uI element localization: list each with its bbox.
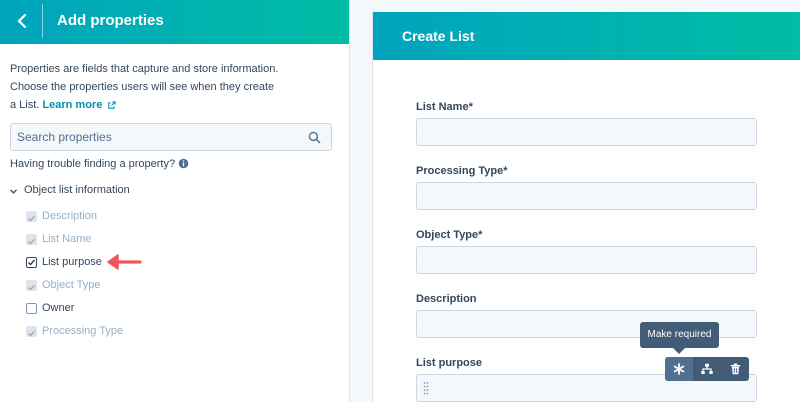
make-required-tooltip: Make required — [640, 322, 719, 348]
field-label-description: Description — [416, 293, 477, 305]
make-required-button[interactable] — [665, 357, 693, 381]
learn-more-link[interactable]: Learn more — [42, 99, 102, 111]
checkbox-disabled — [26, 211, 37, 222]
checkbox-checked[interactable] — [26, 257, 37, 268]
chevron-down-icon[interactable] — [9, 187, 18, 196]
field-label-list-purpose: List purpose — [416, 357, 483, 369]
check-icon — [28, 330, 36, 337]
search-icon[interactable] — [308, 131, 321, 144]
property-label: List Name — [42, 233, 92, 245]
trash-icon — [730, 363, 740, 375]
field-toolbar — [665, 357, 749, 381]
search-box — [10, 123, 332, 151]
checkbox-unchecked[interactable] — [26, 303, 37, 314]
tooltip-tail — [673, 348, 685, 354]
check-icon — [28, 284, 36, 291]
field-label-list-name: List Name* — [416, 101, 473, 113]
property-label: Description — [42, 210, 98, 222]
trouble-finding-text: Having trouble finding a property? — [10, 158, 176, 170]
field-label-object-type: Object Type* — [416, 229, 483, 241]
processing-type-input[interactable] — [416, 182, 757, 210]
object-type-input[interactable] — [416, 246, 757, 274]
search-input[interactable] — [11, 124, 301, 150]
checkbox-disabled — [26, 280, 37, 291]
external-link-icon[interactable] — [107, 100, 117, 110]
panel-description: Properties are fields that capture and s… — [10, 60, 280, 114]
panel-title: Add properties — [57, 12, 164, 29]
back-chevron-icon[interactable] — [12, 10, 34, 32]
dependency-icon — [701, 363, 713, 374]
property-label: Owner — [42, 302, 75, 314]
form-header: Create List — [373, 12, 800, 60]
field-label-processing-type: Processing Type* — [416, 165, 508, 177]
check-icon — [28, 215, 36, 222]
check-icon — [28, 238, 36, 245]
annotation-arrow-icon — [107, 254, 142, 270]
group-object-list-information[interactable]: Object list information — [24, 184, 130, 196]
list-name-input[interactable] — [416, 118, 757, 146]
header-divider — [42, 4, 43, 38]
panel-header: Add properties — [0, 0, 349, 44]
checkbox-disabled — [26, 326, 37, 337]
property-label: List purpose — [42, 256, 102, 268]
drag-handle-icon[interactable] — [423, 381, 429, 395]
add-properties-panel: Add properties Properties are fields tha… — [0, 0, 349, 402]
delete-button[interactable] — [721, 357, 749, 381]
property-label: Object Type — [42, 279, 101, 291]
create-list-form: Create List List Name* Processing Type* … — [372, 12, 800, 402]
form-title: Create List — [402, 28, 475, 44]
property-label: Processing Type — [42, 325, 124, 337]
asterisk-icon — [673, 363, 685, 375]
checkbox-disabled — [26, 234, 37, 245]
info-icon[interactable] — [178, 158, 189, 169]
check-icon — [27, 259, 36, 266]
dependency-button[interactable] — [693, 357, 721, 381]
